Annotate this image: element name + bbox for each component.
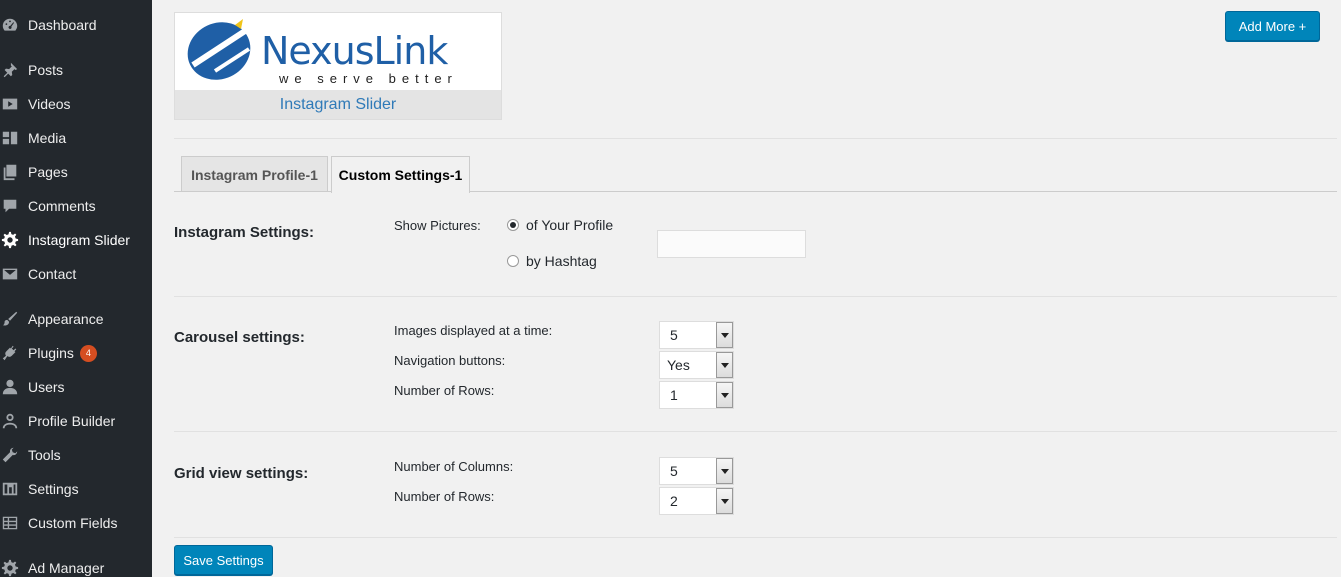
logo-brand-text: NexusLink [261,29,448,73]
save-settings-button[interactable]: Save Settings [174,545,273,575]
sidebar-item-label: Pages [28,164,68,180]
radio-profile-label: of Your Profile [526,217,614,233]
select-value: 5 [670,327,678,343]
add-more-button[interactable]: Add More + [1225,11,1320,41]
divider [174,537,1337,538]
chevron-down-icon[interactable] [716,322,733,348]
sidebar-item-plugins[interactable]: Plugins 4 [0,340,152,366]
sidebar-item-instagram-slider[interactable]: Instagram Slider [0,227,152,253]
sidebar-item-users[interactable]: Users [0,374,152,400]
sidebar-item-videos[interactable]: Videos [0,91,152,117]
settings-icon [1,480,19,498]
dashboard-icon [1,16,19,34]
sidebar-item-label: Settings [28,481,79,497]
video-icon [1,95,19,113]
carousel-rows-label: Number of Rows: [394,383,495,398]
comment-icon [1,197,19,215]
gear-icon [1,231,19,249]
sidebar-item-settings[interactable]: Settings [0,476,152,502]
sidebar-item-appearance[interactable]: Appearance [0,306,152,332]
chevron-down-icon[interactable] [716,488,733,514]
sidebar-item-dashboard[interactable]: Dashboard [0,12,152,38]
sidebar-item-label: Media [28,130,67,146]
pages-icon [1,163,19,181]
pin-icon [1,61,19,79]
tab-instagram-profile[interactable]: Instagram Profile-1 [181,156,328,192]
sidebar-item-tools[interactable]: Tools [0,442,152,468]
grid-icon [1,514,19,532]
radio-profile-option[interactable]: of Your Profile [507,217,613,233]
images-displayed-select[interactable]: 5 [659,321,734,349]
grid-columns-label: Number of Columns: [394,459,514,474]
sidebar-item-ad-manager[interactable]: Ad Manager [0,555,152,577]
sidebar-item-custom-fields[interactable]: Custom Fields [0,510,152,536]
plug-icon [1,344,19,362]
radio-hashtag-label: by Hashtag [526,253,597,269]
person-icon [1,412,19,430]
carousel-rows-select[interactable]: 1 [659,381,734,409]
sidebar-item-contact[interactable]: Contact [0,261,152,287]
main-content: Add More + NexusLink we serve better Ins… [152,0,1341,577]
update-count-badge: 4 [79,344,97,362]
sidebar-item-label: Contact [28,266,77,282]
grid-rows-label: Number of Rows: [394,489,495,504]
show-pictures-label: Show Pictures: [394,218,481,233]
chevron-down-icon[interactable] [716,458,733,484]
sidebar-item-label: Ad Manager [28,560,105,576]
grid-settings-title: Grid view settings: [174,465,309,482]
tab-custom-settings[interactable]: Custom Settings-1 [331,156,470,193]
sidebar-item-label: Instagram Slider [28,232,130,248]
sidebar-item-comments[interactable]: Comments [0,193,152,219]
sidebar-item-profile-builder[interactable]: Profile Builder [0,408,152,434]
sidebar-item-label: Appearance [28,311,104,327]
grid-columns-select[interactable]: 5 [659,457,734,485]
divider [174,431,1337,432]
divider [174,138,1337,139]
sidebar-item-label: Posts [28,62,64,78]
select-value: 5 [670,463,678,479]
logo-tagline: we serve better [279,71,458,86]
carousel-settings-title: Carousel settings: [174,329,305,346]
grid-rows-select[interactable]: 2 [659,487,734,515]
sidebar-item-label: Tools [28,447,61,463]
select-value: 1 [670,387,678,403]
plugin-logo: NexusLink we serve better Instagram Slid… [174,12,502,120]
select-value: 2 [670,493,678,509]
instagram-settings-title: Instagram Settings: [174,224,315,241]
admin-sidebar: Dashboard Posts Videos Media Pages Comme… [0,0,152,577]
select-value: Yes [667,357,690,373]
divider [174,296,1337,297]
sidebar-item-label: Users [28,379,65,395]
chevron-down-icon[interactable] [716,352,733,378]
sidebar-item-pages[interactable]: Pages [0,159,152,185]
sidebar-item-posts[interactable]: Posts [0,57,152,83]
users-icon [1,378,19,396]
logo-caption: Instagram Slider [175,90,501,119]
sidebar-item-label: Dashboard [28,17,97,33]
brush-icon [1,310,19,328]
navigation-buttons-label: Navigation buttons: [394,353,506,368]
radio-hashtag[interactable] [507,255,519,267]
radio-profile[interactable] [507,219,519,231]
images-displayed-label: Images displayed at a time: [394,323,553,338]
sidebar-item-label: Videos [28,96,71,112]
hashtag-input[interactable] [657,230,806,258]
sidebar-item-label: Comments [28,198,96,214]
wrench-icon [1,446,19,464]
mail-icon [1,265,19,283]
radio-hashtag-option[interactable]: by Hashtag [507,253,597,269]
sidebar-item-label: Custom Fields [28,515,118,531]
chevron-down-icon[interactable] [716,382,733,408]
gear-icon [1,559,19,577]
sidebar-item-media[interactable]: Media [0,125,152,151]
sidebar-item-label: Plugins [28,345,74,361]
navigation-buttons-select[interactable]: Yes [659,351,734,379]
media-icon [1,129,19,147]
sidebar-item-label: Profile Builder [28,413,116,429]
